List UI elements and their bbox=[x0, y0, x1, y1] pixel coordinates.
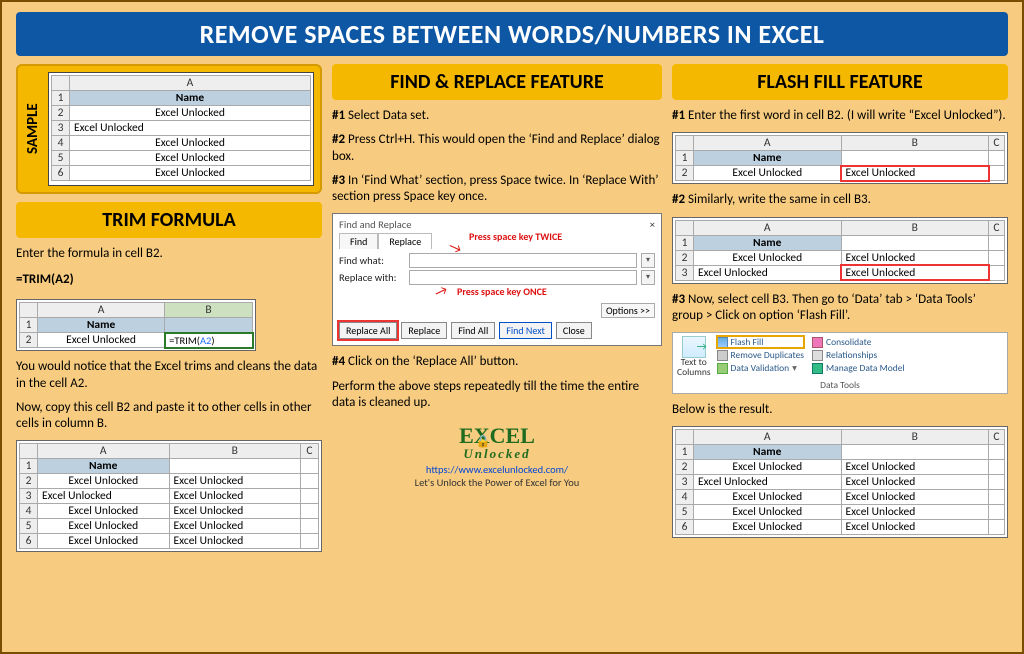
flash-step-2: #2 Similarly, write the same in cell B3. bbox=[672, 192, 1008, 208]
trim-heading: TRIM FORMULA bbox=[16, 202, 322, 238]
column-right: FLASH FILL FEATURE #1 Enter the first wo… bbox=[672, 64, 1008, 642]
brand-tagline: Let's Unlock the Power of Excel for You bbox=[415, 476, 580, 489]
header-name: Name bbox=[70, 91, 311, 106]
column-middle: FIND & REPLACE FEATURE #1 Select Data se… bbox=[332, 64, 662, 642]
trim-step-1: Enter the formula in cell B2. bbox=[16, 246, 322, 262]
cell-a4: Excel Unlocked bbox=[70, 136, 311, 151]
sample-sheet: A 1 Name 2Excel Unlocked 3Excel Unlocked… bbox=[48, 72, 314, 186]
replace-all-button[interactable]: Replace All bbox=[339, 322, 397, 339]
manage-data-model-icon bbox=[812, 363, 823, 374]
cell-b3-typed: Excel Unlocked bbox=[841, 265, 989, 280]
row-1: 1 bbox=[52, 91, 70, 106]
flash-grid-1: A B C 1Name 2 Excel Unlocked Excel Unloc… bbox=[672, 132, 1008, 184]
flash-result-intro: Below is the result. bbox=[672, 402, 1008, 418]
trim-para-2: You would notice that the Excel trims an… bbox=[16, 359, 322, 392]
find-step-1: #1 Select Data set. bbox=[332, 108, 662, 124]
cell-a2: Excel Unlocked bbox=[70, 106, 311, 121]
flash-fill-icon bbox=[717, 337, 728, 348]
remove-duplicates-button[interactable]: Remove Duplicates bbox=[717, 349, 804, 361]
tab-replace[interactable]: Replace bbox=[378, 233, 432, 249]
trim-para-3: Now, copy this cell B2 and paste it to o… bbox=[16, 400, 322, 433]
find-step-3: #3 In ‘Find What’ section, press Space t… bbox=[332, 173, 662, 206]
column-left: SAMPLE A 1 Name 2Excel Unlocked 3Excel U… bbox=[16, 64, 322, 642]
flash-fill-button[interactable]: Flash Fill bbox=[717, 336, 804, 348]
logo: EX🔒CEL Unlocked bbox=[455, 421, 539, 464]
remove-duplicates-icon bbox=[717, 350, 728, 361]
brand-link[interactable]: https://www.excelunlocked.com/ bbox=[426, 463, 568, 476]
note-once: Press space key ONCE bbox=[457, 285, 547, 298]
cell-b2-typed: Excel Unlocked bbox=[841, 166, 989, 181]
find-footer: Perform the above steps repeatedly till … bbox=[332, 379, 662, 412]
trim-formula-text: =TRIM(A2) bbox=[16, 272, 322, 287]
text-to-columns-button[interactable]: Text toColumns bbox=[677, 336, 711, 377]
data-tools-ribbon: Text toColumns Flash Fill Consolidate bbox=[672, 332, 1008, 394]
flash-heading: FLASH FILL FEATURE bbox=[672, 64, 1008, 100]
flash-step-3: #3 Now, select cell B3. Then go to ‘Data… bbox=[672, 292, 1008, 325]
mini-a2: Excel Unlocked bbox=[38, 333, 165, 348]
find-replace-dialog: Find and Replace × Find Replace Press sp… bbox=[332, 213, 662, 346]
tab-find[interactable]: Find bbox=[339, 233, 378, 249]
find-step-4: #4 Click on the ‘Replace All’ button. bbox=[332, 354, 662, 370]
text-to-columns-icon bbox=[682, 336, 706, 358]
col-a: A bbox=[70, 76, 311, 91]
find-all-button[interactable]: Find All bbox=[451, 322, 495, 339]
trim-result-sheet: A B C 1Name 2Excel UnlockedExcel Unlocke… bbox=[16, 440, 322, 552]
replace-button[interactable]: Replace bbox=[401, 322, 447, 339]
cell-a6: Excel Unlocked bbox=[70, 166, 311, 181]
data-validation-icon bbox=[717, 363, 728, 374]
relationships-icon bbox=[812, 350, 823, 361]
mini-b2: =TRIM(A2) bbox=[165, 333, 253, 348]
find-what-input[interactable] bbox=[409, 253, 637, 268]
relationships-button[interactable]: Relationships bbox=[812, 349, 905, 361]
branding: EX🔒CEL Unlocked https://www.excelunlocke… bbox=[332, 421, 662, 489]
sample-label: SAMPLE bbox=[24, 72, 42, 186]
find-heading: FIND & REPLACE FEATURE bbox=[332, 64, 662, 100]
find-dropdown-icon[interactable]: ▾ bbox=[641, 253, 655, 268]
find-step-2: #2 Press Ctrl+H. This would open the ‘Fi… bbox=[332, 132, 662, 165]
dialog-title: Find and Replace bbox=[339, 218, 411, 231]
replace-dropdown-icon[interactable]: ▾ bbox=[641, 270, 655, 285]
close-button[interactable]: Close bbox=[556, 322, 592, 339]
flash-step-1: #1 Enter the first word in cell B2. (I w… bbox=[672, 108, 1008, 124]
consolidate-button[interactable]: Consolidate bbox=[812, 336, 905, 348]
flash-grid-2: A B C 1Name 2 Excel Unlocked Excel Unloc… bbox=[672, 217, 1008, 284]
trim-mini-sheet: A B 1 Name 2 Excel Unlocked =TRIM(A2) bbox=[16, 299, 256, 351]
content-columns: SAMPLE A 1 Name 2Excel Unlocked 3Excel U… bbox=[2, 64, 1022, 648]
manage-data-model-button[interactable]: Manage Data Model bbox=[812, 362, 905, 374]
page-title: REMOVE SPACES BETWEEN WORDS/NUMBERS IN E… bbox=[16, 12, 1008, 56]
options-button[interactable]: Options >> bbox=[601, 303, 655, 318]
close-icon[interactable]: × bbox=[650, 218, 655, 231]
note-twice: Press space key TWICE bbox=[469, 230, 562, 243]
label-replace-with: Replace with: bbox=[339, 271, 405, 284]
find-next-button[interactable]: Find Next bbox=[499, 322, 552, 339]
infographic-page: REMOVE SPACES BETWEEN WORDS/NUMBERS IN E… bbox=[0, 0, 1024, 654]
data-validation-button[interactable]: Data Validation ▾ bbox=[717, 362, 804, 374]
cell-a5: Excel Unlocked bbox=[70, 151, 311, 166]
label-find-what: Find what: bbox=[339, 254, 405, 267]
flash-result-sheet: A B C 1Name 2Excel UnlockedExcel Unlocke… bbox=[672, 426, 1008, 538]
cell-a3: Excel Unlocked bbox=[70, 121, 311, 136]
sample-card: SAMPLE A 1 Name 2Excel Unlocked 3Excel U… bbox=[16, 64, 322, 194]
sheet-corner bbox=[52, 76, 70, 91]
ribbon-group-caption: Data Tools bbox=[677, 379, 1003, 391]
consolidate-icon bbox=[812, 337, 823, 348]
